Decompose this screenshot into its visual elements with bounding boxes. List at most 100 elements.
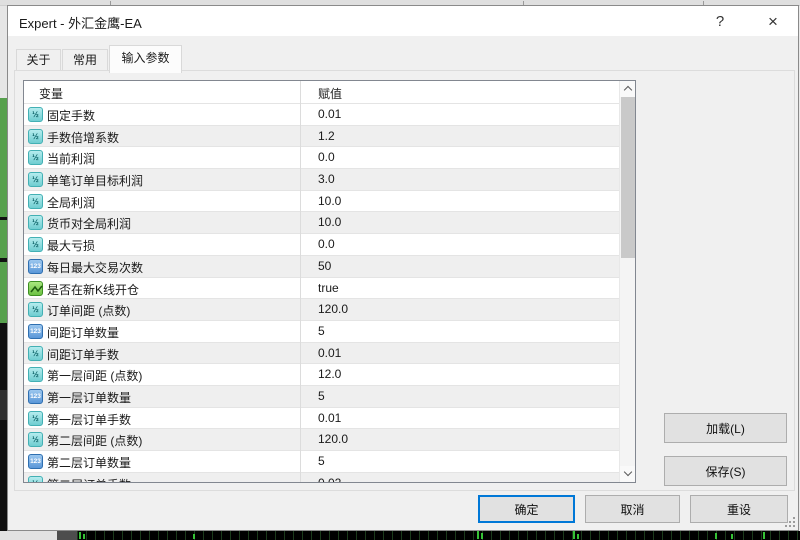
scrollbar-thumb[interactable] — [621, 97, 635, 258]
param-table: 变量 赋值 ½ 固定手数 0.01 ½ 手数倍增系数 1.2 ½ — [23, 80, 636, 483]
param-row[interactable]: ½ 第一层间距 (点数) 12.0 — [24, 364, 635, 386]
param-row[interactable]: ½ 全局利润 10.0 — [24, 191, 635, 213]
double-param-icon: ½ — [28, 194, 43, 209]
param-row[interactable]: ½ 最大亏损 0.0 — [24, 234, 635, 256]
save-button[interactable]: 保存(S) — [664, 456, 787, 486]
integer-param-icon: 123 — [28, 454, 43, 469]
param-value[interactable]: true — [318, 281, 339, 295]
tab-input-parameters[interactable]: 输入参数 — [109, 45, 182, 73]
ok-button[interactable]: 确定 — [478, 495, 575, 523]
param-row[interactable]: ½ 第二层订单手数 0.02 — [24, 473, 635, 482]
close-icon[interactable]: × — [756, 6, 790, 36]
column-divider[interactable] — [300, 81, 301, 482]
param-value[interactable]: 10.0 — [318, 194, 341, 208]
input-parameters-page: 变量 赋值 ½ 固定手数 0.01 ½ 手数倍增系数 1.2 ½ — [14, 70, 795, 491]
param-name: 单笔订单目标利润 — [47, 172, 143, 189]
param-value[interactable]: 5 — [318, 389, 325, 403]
param-name: 第一层订单数量 — [47, 389, 131, 406]
load-button[interactable]: 加载(L) — [664, 413, 787, 443]
double-param-icon: ½ — [28, 367, 43, 382]
param-value[interactable]: 0.01 — [318, 107, 341, 121]
param-name: 是否在新K线开仓 — [47, 281, 139, 298]
double-param-icon: ½ — [28, 411, 43, 426]
expert-properties-dialog: Expert - 外汇金鹰-EA ? × 关于 常用 输入参数 变量 赋值 ½ … — [7, 5, 799, 531]
screenshot-root: Expert - 外汇金鹰-EA ? × 关于 常用 输入参数 变量 赋值 ½ … — [0, 0, 800, 540]
param-value[interactable]: 0.02 — [318, 476, 341, 482]
param-row[interactable]: ½ 货币对全局利润 10.0 — [24, 212, 635, 234]
param-row[interactable]: ½ 手数倍增系数 1.2 — [24, 126, 635, 148]
double-param-icon: ½ — [28, 150, 43, 165]
integer-param-icon: 123 — [28, 389, 43, 404]
double-param-icon: ½ — [28, 476, 43, 482]
param-value[interactable]: 5 — [318, 454, 325, 468]
param-name: 最大亏损 — [47, 237, 95, 254]
param-value[interactable]: 120.0 — [318, 432, 348, 446]
double-param-icon: ½ — [28, 346, 43, 361]
param-row[interactable]: 123 第二层订单数量 5 — [24, 451, 635, 473]
integer-param-icon: 123 — [28, 259, 43, 274]
integer-param-icon: 123 — [28, 324, 43, 339]
param-name: 间距订单数量 — [47, 324, 119, 341]
param-value[interactable]: 1.2 — [318, 129, 335, 143]
background-window-left-edge — [0, 6, 7, 540]
tab-about[interactable]: 关于 — [16, 49, 61, 72]
help-button[interactable]: ? — [703, 6, 737, 36]
dialog-title: Expert - 外汇金鹰-EA — [19, 13, 142, 32]
background-chart-strip — [0, 531, 800, 540]
param-value[interactable]: 120.0 — [318, 302, 348, 316]
param-value[interactable]: 0.01 — [318, 411, 341, 425]
scrollbar-down-icon[interactable] — [620, 466, 636, 482]
double-param-icon: ½ — [28, 172, 43, 187]
table-scrollbar[interactable] — [619, 81, 635, 482]
column-header-variable: 变量 — [39, 85, 63, 102]
double-param-icon: ½ — [28, 302, 43, 317]
param-value[interactable]: 0.01 — [318, 346, 341, 360]
reset-button[interactable]: 重设 — [690, 495, 788, 523]
param-value[interactable]: 5 — [318, 324, 325, 338]
param-value[interactable]: 50 — [318, 259, 331, 273]
param-name: 货币对全局利润 — [47, 215, 131, 232]
column-header-value: 赋值 — [318, 85, 342, 102]
param-value[interactable]: 10.0 — [318, 215, 341, 229]
double-param-icon: ½ — [28, 237, 43, 252]
double-param-icon: ½ — [28, 215, 43, 230]
param-table-body: ½ 固定手数 0.01 ½ 手数倍增系数 1.2 ½ 当前利润 0.0 ½ — [24, 104, 635, 482]
param-row[interactable]: ½ 单笔订单目标利润 3.0 — [24, 169, 635, 191]
param-name: 全局利润 — [47, 194, 95, 211]
param-table-header: 变量 赋值 — [24, 81, 635, 104]
double-param-icon: ½ — [28, 107, 43, 122]
param-row[interactable]: ½ 间距订单手数 0.01 — [24, 343, 635, 365]
param-value[interactable]: 0.0 — [318, 237, 335, 251]
param-name: 每日最大交易次数 — [47, 259, 143, 276]
param-row[interactable]: 123 间距订单数量 5 — [24, 321, 635, 343]
param-row[interactable]: 123 每日最大交易次数 50 — [24, 256, 635, 278]
resize-grip-icon[interactable] — [783, 515, 795, 527]
scrollbar-up-icon[interactable] — [620, 81, 636, 97]
param-value[interactable]: 3.0 — [318, 172, 335, 186]
dialog-titlebar[interactable]: Expert - 外汇金鹰-EA ? × — [8, 6, 798, 36]
bool-param-icon — [28, 281, 43, 296]
param-name: 第二层间距 (点数) — [47, 432, 142, 449]
param-name: 当前利润 — [47, 150, 95, 167]
double-param-icon: ½ — [28, 129, 43, 144]
param-row[interactable]: ½ 订单间距 (点数) 120.0 — [24, 299, 635, 321]
param-name: 订单间距 (点数) — [47, 302, 130, 319]
param-name: 第二层订单手数 — [47, 476, 131, 482]
param-value[interactable]: 0.0 — [318, 150, 335, 164]
param-name: 第二层订单数量 — [47, 454, 131, 471]
param-value[interactable]: 12.0 — [318, 367, 341, 381]
param-name: 固定手数 — [47, 107, 95, 124]
param-row[interactable]: ½ 第一层订单手数 0.01 — [24, 408, 635, 430]
double-param-icon: ½ — [28, 432, 43, 447]
param-row[interactable]: ½ 固定手数 0.01 — [24, 104, 635, 126]
param-row[interactable]: ½ 当前利润 0.0 — [24, 147, 635, 169]
param-name: 第一层间距 (点数) — [47, 367, 142, 384]
param-row[interactable]: ½ 第二层间距 (点数) 120.0 — [24, 429, 635, 451]
tab-common[interactable]: 常用 — [62, 49, 108, 72]
param-name: 第一层订单手数 — [47, 411, 131, 428]
param-name: 手数倍增系数 — [47, 129, 119, 146]
cancel-button[interactable]: 取消 — [585, 495, 680, 523]
param-row[interactable]: 是否在新K线开仓 true — [24, 278, 635, 300]
param-row[interactable]: 123 第一层订单数量 5 — [24, 386, 635, 408]
param-name: 间距订单手数 — [47, 346, 119, 363]
